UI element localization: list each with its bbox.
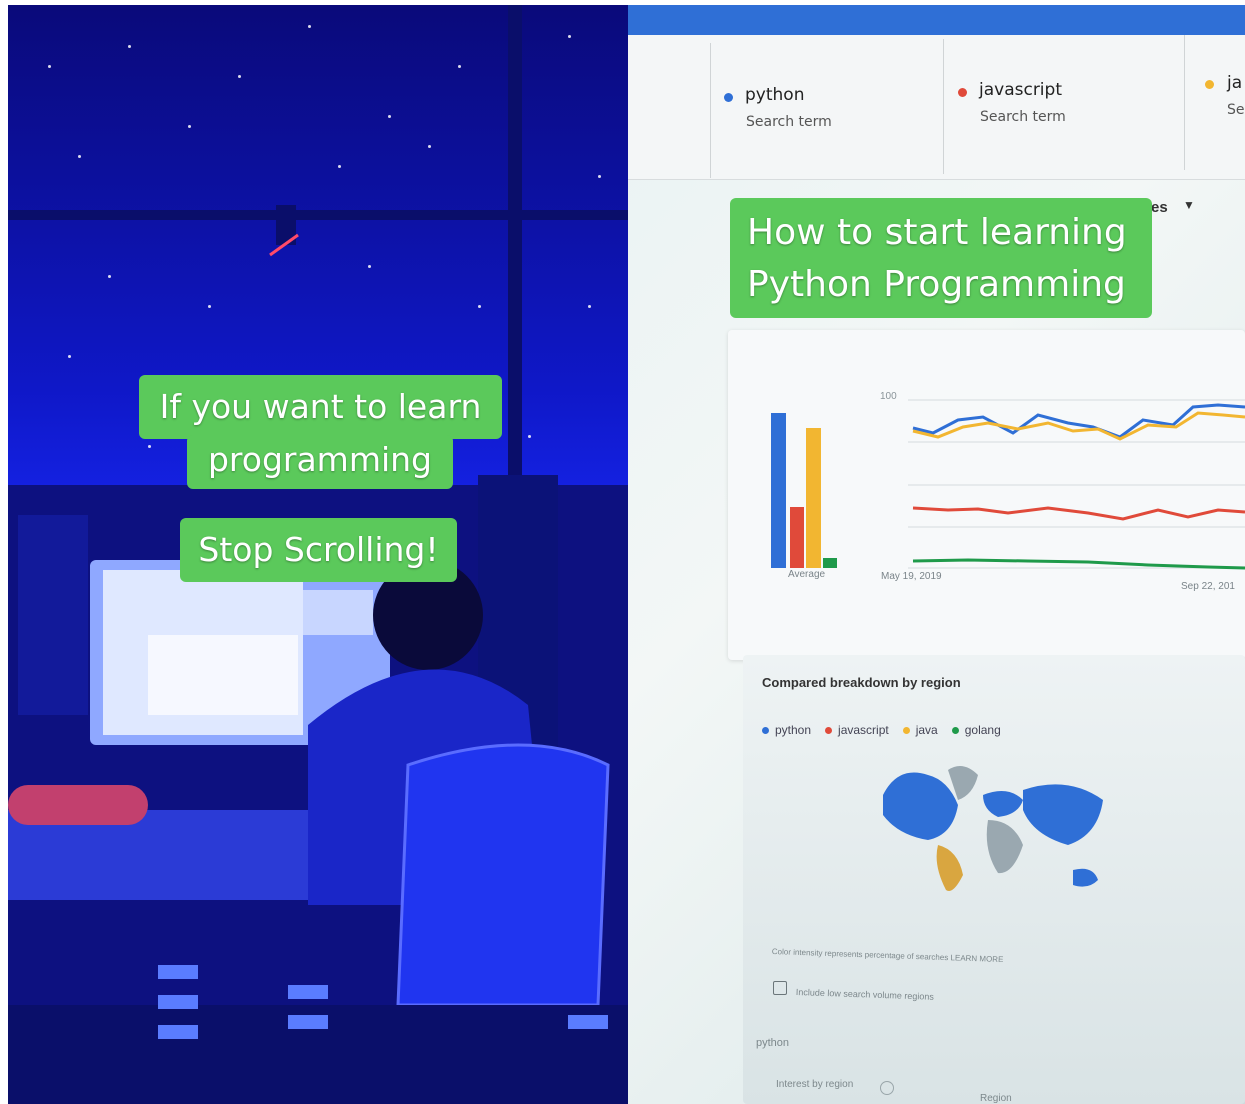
map-europe [983,791,1023,817]
caption-learn-line2: programming [187,435,453,489]
office-chair [396,743,610,1007]
low-volume-checkbox[interactable] [773,981,787,995]
footer-term: python [756,1037,790,1049]
right-video-panel: python Search term javascript Search ter… [628,5,1245,1104]
map-africa [986,820,1023,874]
monitor-side-window [303,590,373,635]
window-frame-bar [8,210,628,220]
map-south-america [936,845,963,891]
map-north-america [883,772,958,840]
map-australia [1073,868,1098,887]
interest-by-region-label: Interest by region [776,1079,854,1090]
map-asia [1023,784,1103,845]
monitor-window [148,635,298,715]
caption-learn-line1: If you want to learn [139,375,502,439]
desk-object [8,785,148,825]
region-column-header: Region [980,1093,1012,1104]
world-map [883,766,1103,891]
left-video-panel: If you want to learn programming Stop Sc… [8,5,628,1104]
building [18,515,88,715]
caption-stop-scrolling: Stop Scrolling! [180,518,457,582]
help-icon[interactable] [880,1081,894,1095]
